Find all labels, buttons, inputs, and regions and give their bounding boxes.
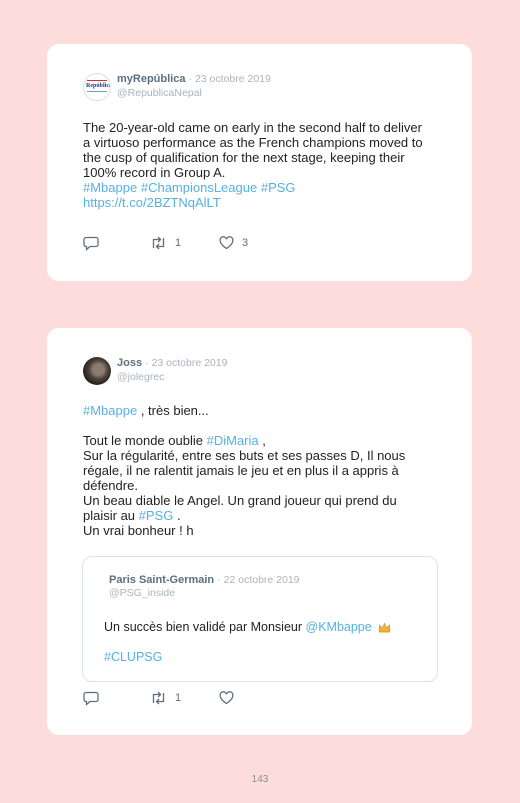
text-line: a virtuoso performance as the French cha… <box>83 135 423 150</box>
crown-icon <box>378 622 391 633</box>
text-line: défendre. <box>83 478 138 493</box>
tweet-card: Joss · 23 octobre 2019 @jolegrec #Mbappe… <box>47 328 472 735</box>
text-line: 100% record in Group A. <box>83 165 226 180</box>
retweet-button[interactable]: 1 <box>150 691 181 705</box>
mention-link[interactable]: @KMbappe <box>306 620 372 634</box>
tweet-text: #Mbappe , très bien... Tout le monde oub… <box>83 403 443 538</box>
page-number: 143 <box>251 774 269 785</box>
hashtag-line: #Mbappe #ChampionsLeague #PSG <box>83 180 443 195</box>
heart-icon <box>219 236 234 250</box>
tweet-url[interactable]: https://t.co/2BZTNqAlLT <box>83 195 443 210</box>
tweet-actions: 1 3 <box>83 236 283 252</box>
text-span: Tout le monde oublie <box>83 433 207 448</box>
avatar[interactable] <box>83 357 111 385</box>
hashtag-link[interactable]: #CLUPSG <box>104 650 162 664</box>
text-line: Un beau diable le Angel. Un grand joueur… <box>83 493 397 508</box>
text-line: Tout le monde oublie #DiMaria , <box>83 433 443 448</box>
avatar[interactable]: República <box>83 73 111 101</box>
retweet-count: 1 <box>175 237 182 249</box>
tweet-meta: Joss · 23 octobre 2019 @jolegrec <box>117 357 227 384</box>
hashtag-link[interactable]: #DiMaria <box>207 433 259 448</box>
reply-button[interactable] <box>83 236 99 251</box>
quoted-author-handle[interactable]: @PSG_inside <box>109 586 300 600</box>
quoted-tweet-header: Paris Saint-Germain · 22 octobre 2019 @P… <box>109 574 300 600</box>
tweet-date[interactable]: · 23 octobre 2019 <box>189 73 271 85</box>
hashtag-link[interactable]: #ChampionsLeague <box>141 180 257 195</box>
text-line: régale, il ne ralentit jamais le jeu et … <box>83 463 399 478</box>
author-name[interactable]: Joss <box>117 357 142 369</box>
author-handle[interactable]: @RepublicaNepal <box>117 86 271 100</box>
heart-icon <box>219 691 234 705</box>
like-count: 3 <box>242 237 249 249</box>
text-span: . <box>173 508 181 523</box>
retweet-count: 1 <box>175 692 182 704</box>
quoted-tweet-text: Un succès bien validé par Monsieur @KMba… <box>104 620 391 634</box>
text-line: Sur la régularité, entre ses buts et ses… <box>83 448 406 463</box>
tweet-date[interactable]: · 23 octobre 2019 <box>145 357 227 369</box>
quoted-author-name[interactable]: Paris Saint-Germain <box>109 574 214 586</box>
hashtag-link[interactable]: #PSG <box>139 508 174 523</box>
text-line: the cusp of qualification for the next s… <box>83 150 405 165</box>
text-line: Un vrai bonheur ! h <box>83 523 194 538</box>
quoted-tweet[interactable]: Paris Saint-Germain · 22 octobre 2019 @P… <box>82 556 438 682</box>
retweet-icon <box>152 236 165 250</box>
tweet-card: República myRepública · 23 octobre 2019 … <box>47 44 472 281</box>
text-line: #Mbappe , très bien... <box>83 403 443 418</box>
hashtag-link[interactable]: #PSG <box>261 180 296 195</box>
quoted-tweet-date[interactable]: · 22 octobre 2019 <box>217 574 299 586</box>
author-name[interactable]: myRepública <box>117 73 185 85</box>
hashtag-link[interactable]: #Mbappe <box>83 403 137 418</box>
reply-icon <box>83 691 99 706</box>
like-button[interactable] <box>219 691 234 705</box>
tweet-header: Joss · 23 octobre 2019 @jolegrec <box>83 357 227 385</box>
text-span: , <box>258 433 266 448</box>
tweet-actions: 1 <box>83 691 283 707</box>
author-handle[interactable]: @jolegrec <box>117 370 227 384</box>
text-line: plaisir au #PSG . <box>83 508 443 523</box>
text-span: plaisir au <box>83 508 139 523</box>
retweet-button[interactable]: 1 <box>150 236 181 250</box>
text-line: The 20-year-old came on early in the sec… <box>83 120 422 135</box>
reply-button[interactable] <box>83 691 99 706</box>
reply-icon <box>83 236 99 251</box>
tweet-meta: myRepública · 23 octobre 2019 @Republica… <box>117 73 271 100</box>
tweet-text: The 20-year-old came on early in the sec… <box>83 120 443 210</box>
hashtag-link[interactable]: #Mbappe <box>83 180 137 195</box>
text-span: , très bien... <box>137 403 209 418</box>
tweet-header: República myRepública · 23 octobre 2019 … <box>83 73 271 101</box>
like-button[interactable]: 3 <box>219 236 248 250</box>
retweet-icon <box>152 691 165 705</box>
text-span: Un succès bien validé par Monsieur <box>104 620 306 634</box>
